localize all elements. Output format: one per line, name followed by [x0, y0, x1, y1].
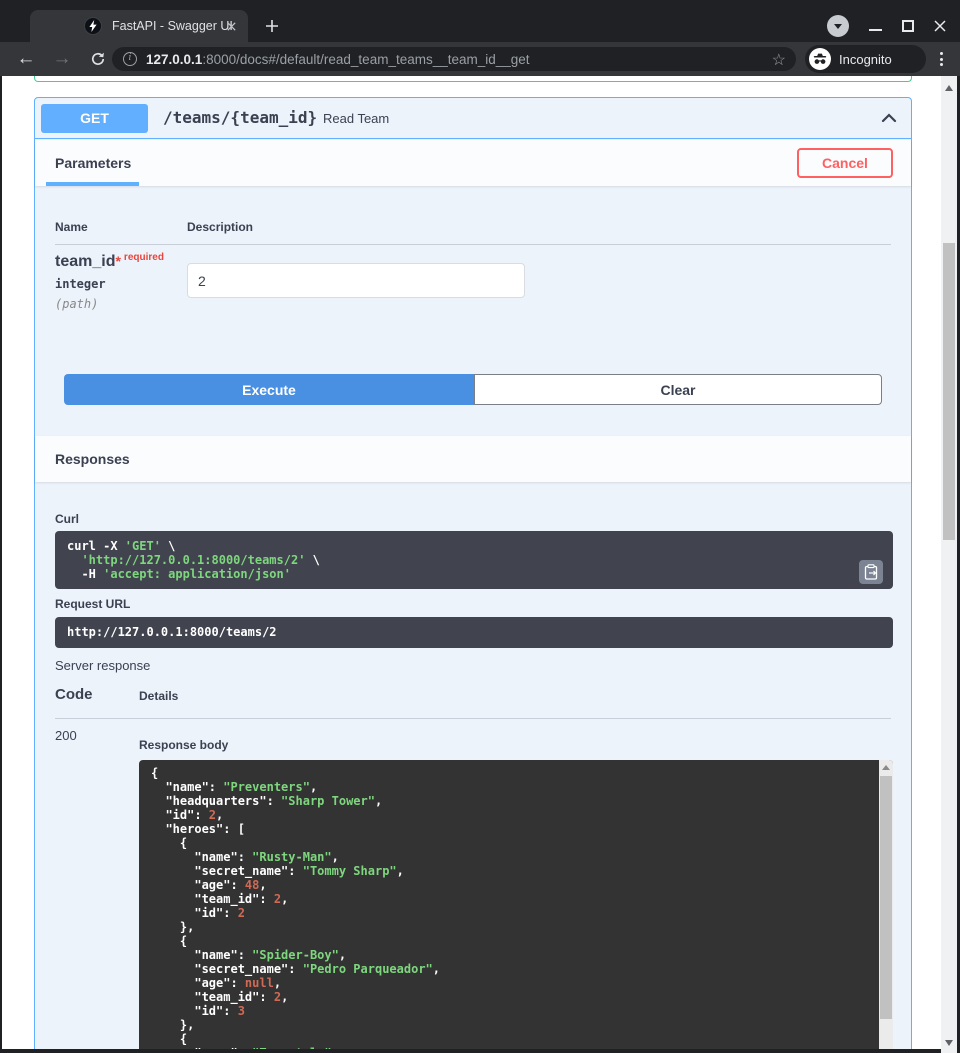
url-text: 127.0.0.1:8000/docs#/default/read_team_t…: [146, 52, 530, 67]
reload-button[interactable]: [85, 46, 111, 72]
table-header-divider: [55, 244, 891, 245]
required-star: *: [115, 253, 120, 269]
copy-to-clipboard-button[interactable]: [859, 560, 883, 584]
parameters-section-header: Parameters Cancel: [35, 140, 911, 186]
collapse-chevron-icon[interactable]: [879, 108, 899, 128]
response-body-panel: { "name": "Preventers", "headquarters": …: [139, 760, 893, 1049]
response-table-divider: [55, 718, 891, 719]
cancel-button[interactable]: Cancel: [797, 148, 893, 178]
window-minimize-button[interactable]: [869, 29, 882, 31]
get-operation-block: GET /teams/{team_id} Read Team Parameter…: [34, 97, 912, 1049]
tab-close-icon[interactable]: [224, 19, 238, 33]
param-location: (path): [55, 297, 98, 311]
param-name: team_id*required: [55, 253, 164, 271]
swagger-page: GET /teams/{team_id} Read Team Parameter…: [2, 76, 941, 1049]
curl-command: curl -X 'GET' \ 'http://127.0.0.1:8000/t…: [55, 531, 893, 589]
code-column-header: Code: [55, 686, 93, 703]
browser-menu-icon[interactable]: [933, 49, 949, 69]
request-url-label: Request URL: [55, 597, 130, 611]
request-url-value: http://127.0.0.1:8000/teams/2: [55, 617, 893, 648]
window-close-button[interactable]: [933, 19, 947, 33]
incognito-icon: [809, 48, 831, 70]
execute-button[interactable]: Execute: [64, 374, 474, 405]
response-body-json: { "name": "Preventers", "headquarters": …: [139, 760, 893, 1049]
status-code: 200: [55, 728, 77, 743]
details-column-header: Details: [139, 689, 178, 703]
required-label: required: [124, 252, 164, 263]
fastapi-favicon-icon: [84, 17, 102, 35]
address-bar[interactable]: i 127.0.0.1:8000/docs#/default/read_team…: [112, 47, 796, 71]
browser-update-icon[interactable]: [827, 15, 849, 37]
responses-title: Responses: [55, 451, 130, 467]
active-tab-underline: [46, 182, 139, 186]
scroll-up-arrow-icon[interactable]: [945, 85, 953, 91]
incognito-label: Incognito: [839, 52, 892, 67]
response-body-label: Response body: [139, 738, 228, 752]
operation-summary-text: Read Team: [323, 111, 389, 126]
server-response-label: Server response: [55, 658, 150, 673]
page-info-icon[interactable]: i: [123, 52, 137, 66]
forward-button[interactable]: →: [49, 46, 75, 72]
bookmark-star-icon[interactable]: ☆: [772, 50, 786, 70]
incognito-badge: Incognito: [805, 45, 926, 73]
browser-tab[interactable]: FastAPI - Swagger UI: [30, 10, 248, 42]
tab-title: FastAPI - Swagger UI: [112, 10, 233, 42]
page-scrollbar-thumb[interactable]: [943, 243, 955, 540]
window-title-bar: FastAPI - Swagger UI: [0, 0, 960, 42]
response-scrollbar-thumb[interactable]: [880, 776, 892, 1019]
back-button[interactable]: ←: [13, 46, 39, 72]
responses-section-header: Responses: [35, 436, 911, 482]
operation-path: /teams/{team_id}: [163, 108, 317, 127]
param-type: integer: [55, 277, 106, 291]
clear-button[interactable]: Clear: [474, 374, 882, 405]
tab-parameters[interactable]: Parameters: [55, 155, 131, 171]
param-description-header: Description: [187, 220, 253, 234]
window-maximize-button[interactable]: [902, 20, 914, 32]
param-name-header: Name: [55, 220, 88, 234]
operation-summary-row[interactable]: GET /teams/{team_id} Read Team: [35, 98, 911, 139]
response-scroll-up-arrow-icon[interactable]: [882, 765, 890, 770]
team-id-input[interactable]: [187, 263, 525, 298]
previous-operation-block-edge: [34, 76, 912, 82]
new-tab-button[interactable]: [264, 18, 280, 34]
http-method-badge: GET: [41, 104, 148, 133]
page-scrollbar[interactable]: [941, 76, 957, 1053]
response-body-scrollbar[interactable]: [879, 760, 893, 1049]
scroll-down-arrow-icon[interactable]: [945, 1040, 953, 1046]
curl-label: Curl: [55, 512, 79, 526]
browser-toolbar: ← → i 127.0.0.1:8000/docs#/default/read_…: [0, 42, 960, 76]
